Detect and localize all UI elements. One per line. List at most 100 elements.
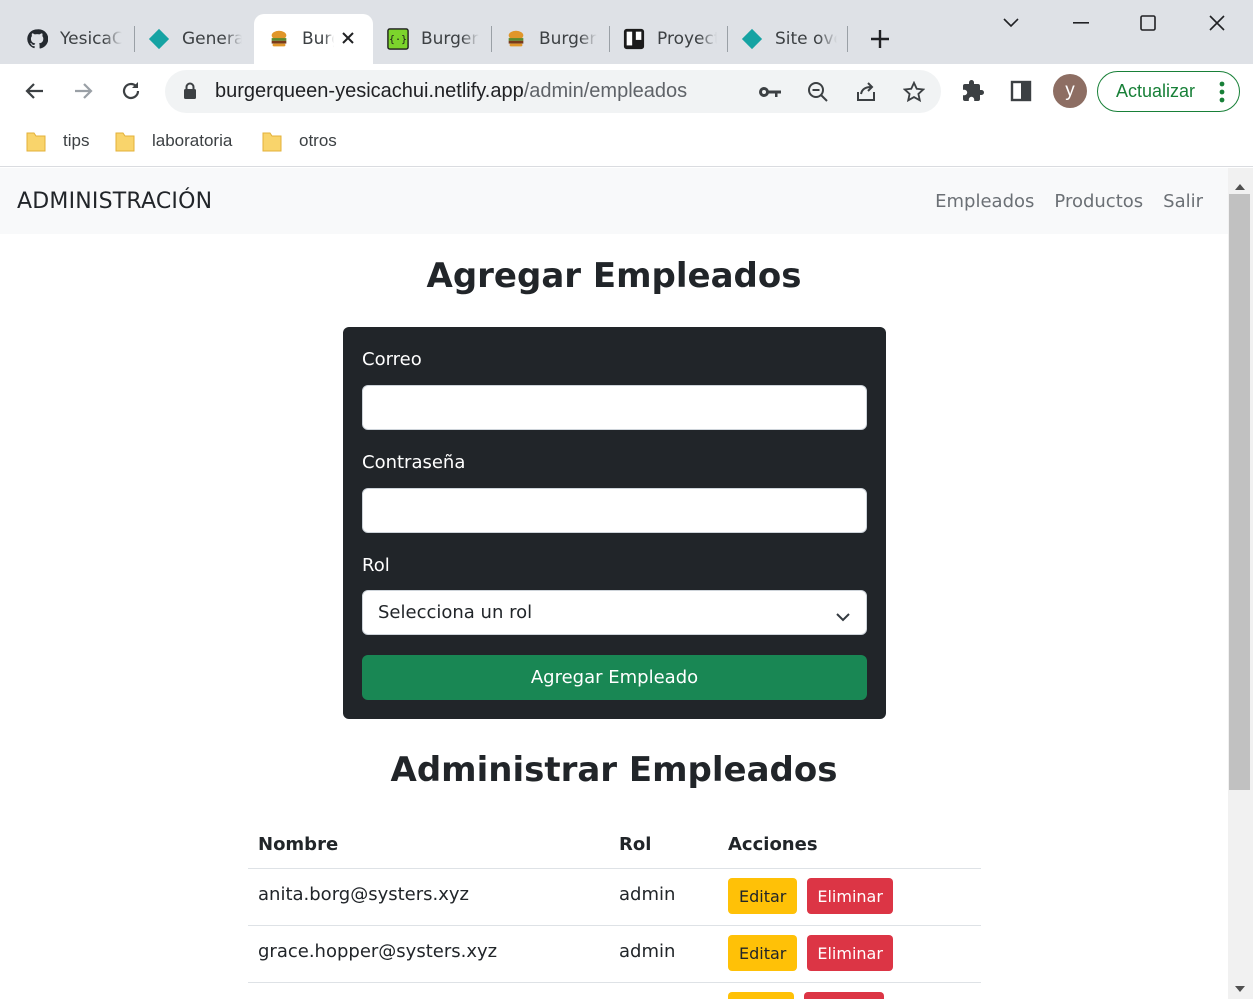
app-navbar: ADMINISTRACIÓN Empleados Productos Salir <box>0 168 1228 234</box>
bookmark-star-icon[interactable] <box>901 79 927 105</box>
role-label: Rol <box>362 555 390 576</box>
employee-role: admin <box>619 941 676 962</box>
employees-table: Nombre Rol Acciones anita.borg@systers.x… <box>248 824 981 999</box>
role-select[interactable]: Selecciona un rol <box>362 590 867 635</box>
edit-button[interactable] <box>728 992 794 999</box>
svg-text:{·}: {·} <box>389 35 407 46</box>
nav-link-productos[interactable]: Productos <box>1054 191 1143 212</box>
tab-divider <box>847 26 848 52</box>
manage-employees-title: Administrar Empleados <box>390 750 838 790</box>
employee-role: admin <box>619 884 676 905</box>
bookmark-label: laboratoria <box>152 131 233 150</box>
column-header-acciones: Acciones <box>728 834 818 855</box>
page-viewport: ADMINISTRACIÓN Empleados Productos Salir… <box>0 168 1228 999</box>
bookmark-folder[interactable]: tips <box>26 130 89 152</box>
url-host: burgerqueen-yesicachui.netlify.app <box>215 80 524 102</box>
browser-tab[interactable]: Proyect <box>609 14 727 64</box>
maximize-icon[interactable] <box>1133 8 1163 38</box>
password-field[interactable] <box>362 488 867 533</box>
table-row: anita.borg@systers.xyz admin Editar Elim… <box>248 869 981 926</box>
share-icon[interactable] <box>853 79 879 105</box>
browser-tab[interactable]: YesicaC <box>12 14 134 64</box>
folder-icon <box>115 132 135 152</box>
add-employee-button[interactable]: Agregar Empleado <box>362 655 867 700</box>
browser-tab-active[interactable]: Burger <box>254 14 373 64</box>
role-selected-value: Selecciona un rol <box>378 602 533 623</box>
url-text[interactable]: burgerqueen-yesicachui.netlify.app/admin… <box>215 80 687 103</box>
column-header-nombre: Nombre <box>258 834 339 855</box>
url-path: /admin/empleados <box>523 80 688 102</box>
table-row-partial <box>248 983 981 999</box>
email-label: Correo <box>362 349 422 370</box>
netlify-icon <box>741 28 763 50</box>
navbar-brand[interactable]: ADMINISTRACIÓN <box>17 189 212 214</box>
reload-icon[interactable] <box>116 76 146 106</box>
burger-icon <box>505 28 527 50</box>
add-employee-form: Correo Contraseña Rol Selecciona un rol … <box>343 327 886 719</box>
delete-button[interactable]: Eliminar <box>807 878 893 914</box>
navbar-links: Empleados Productos Salir <box>935 191 1203 212</box>
employee-email: anita.borg@systers.xyz <box>258 884 469 905</box>
github-icon <box>26 28 48 50</box>
table-row: grace.hopper@systers.xyz admin Editar El… <box>248 926 981 983</box>
folder-icon <box>262 132 282 152</box>
scrollbar-thumb[interactable] <box>1229 194 1250 790</box>
browser-tab[interactable]: Burger <box>491 14 609 64</box>
browser-tab[interactable]: {·} BurgerC <box>373 14 491 64</box>
add-employee-title: Agregar Empleados <box>426 256 802 296</box>
more-menu-icon[interactable] <box>1219 81 1225 108</box>
bookmark-label: otros <box>299 131 337 150</box>
tab-label: Burger <box>539 29 597 49</box>
column-header-rol: Rol <box>619 834 652 855</box>
browser-tab[interactable]: General <box>134 14 254 64</box>
password-label: Contraseña <box>362 452 466 473</box>
new-tab-icon[interactable] <box>866 25 894 53</box>
folder-icon <box>26 132 46 152</box>
close-window-icon[interactable] <box>1202 8 1232 38</box>
side-panel-icon[interactable] <box>1006 76 1036 106</box>
scroll-up-icon[interactable] <box>1234 176 1246 195</box>
update-label: Actualizar <box>1116 81 1196 101</box>
code-icon: {·} <box>387 28 409 50</box>
bookmark-folder[interactable]: laboratoria <box>115 130 232 152</box>
minimize-icon[interactable] <box>1066 8 1096 38</box>
address-bar[interactable]: burgerqueen-yesicachui.netlify.app/admin… <box>165 70 941 113</box>
employee-email: grace.hopper@systers.xyz <box>258 941 498 962</box>
burger-icon <box>268 28 290 50</box>
row-actions: Editar Eliminar <box>728 878 893 914</box>
delete-button[interactable] <box>804 992 884 999</box>
chevron-down-icon <box>836 606 850 627</box>
row-actions <box>728 992 884 999</box>
tab-label: Burger <box>302 29 334 49</box>
bookmark-folder[interactable]: otros <box>262 130 337 152</box>
edit-button[interactable]: Editar <box>728 878 798 914</box>
tab-search-icon[interactable] <box>996 8 1026 38</box>
email-field[interactable] <box>362 385 867 430</box>
close-tab-icon[interactable] <box>337 27 359 49</box>
back-icon[interactable] <box>20 76 50 106</box>
profile-avatar[interactable]: y <box>1053 74 1087 108</box>
browser-tabbar: YesicaC General Burger {·} BurgerC Burge… <box>0 0 1253 64</box>
table-header-row: Nombre Rol Acciones <box>248 824 981 869</box>
browser-toolbar: burgerqueen-yesicachui.netlify.app/admin… <box>0 64 1253 118</box>
tab-label: Proyect <box>657 29 717 49</box>
edit-button[interactable]: Editar <box>728 935 798 971</box>
trello-icon <box>623 28 645 50</box>
key-icon[interactable] <box>757 79 783 105</box>
update-button[interactable]: Actualizar <box>1097 71 1240 112</box>
tab-label: YesicaC <box>60 29 122 49</box>
lock-icon[interactable] <box>183 82 197 104</box>
zoom-out-icon[interactable] <box>805 79 831 105</box>
nav-link-empleados[interactable]: Empleados <box>935 191 1034 212</box>
browser-tab[interactable]: Site ove <box>727 14 847 64</box>
nav-link-salir[interactable]: Salir <box>1163 191 1203 212</box>
page-scrollbar[interactable] <box>1228 168 1253 999</box>
row-actions: Editar Eliminar <box>728 935 893 971</box>
netlify-icon <box>148 28 170 50</box>
bookmark-label: tips <box>63 131 90 150</box>
scroll-down-icon[interactable] <box>1234 978 1246 997</box>
forward-icon[interactable] <box>68 76 98 106</box>
delete-button[interactable]: Eliminar <box>807 935 893 971</box>
extensions-icon[interactable] <box>958 76 988 106</box>
tab-label: General <box>182 29 242 49</box>
